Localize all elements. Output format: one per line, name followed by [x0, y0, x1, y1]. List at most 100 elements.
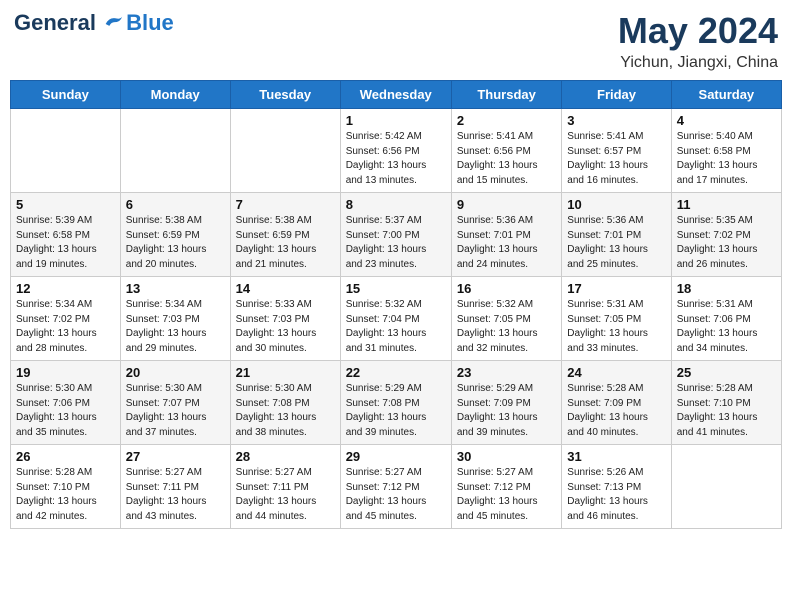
logo-bird-icon [102, 13, 124, 35]
day-info: Sunrise: 5:34 AM Sunset: 7:03 PM Dayligh… [126, 298, 225, 356]
calendar-cell: 27 Sunrise: 5:27 AM Sunset: 7:11 PM Dayli… [120, 445, 230, 529]
day-number: 22 [346, 365, 446, 380]
day-info: Sunrise: 5:28 AM Sunset: 7:10 PM Dayligh… [16, 466, 115, 524]
day-info: Sunrise: 5:32 AM Sunset: 7:05 PM Dayligh… [457, 298, 556, 356]
day-number: 13 [126, 281, 225, 296]
calendar-cell: 8 Sunrise: 5:37 AM Sunset: 7:00 PM Daylig… [340, 193, 451, 277]
calendar-cell: 23 Sunrise: 5:29 AM Sunset: 7:09 PM Dayli… [451, 361, 561, 445]
calendar-table: SundayMondayTuesdayWednesdayThursdayFrid… [10, 80, 782, 529]
weekday-header-tuesday: Tuesday [230, 81, 340, 109]
weekday-header-row: SundayMondayTuesdayWednesdayThursdayFrid… [11, 81, 782, 109]
weekday-header-sunday: Sunday [11, 81, 121, 109]
week-row-4: 19Sunrise: 5:30 AM Sunset: 7:06 PM Dayli… [11, 361, 782, 445]
day-info: Sunrise: 5:41 AM Sunset: 6:56 PM Dayligh… [457, 130, 556, 188]
calendar-cell: 9 Sunrise: 5:36 AM Sunset: 7:01 PM Daylig… [451, 193, 561, 277]
day-number: 24 [567, 365, 665, 380]
calendar-cell: 19Sunrise: 5:30 AM Sunset: 7:06 PM Dayli… [11, 361, 121, 445]
weekday-header-wednesday: Wednesday [340, 81, 451, 109]
header: General Blue May 2024 Yichun, Jiangxi, C… [10, 10, 782, 72]
day-number: 1 [346, 113, 446, 128]
week-row-1: 1 Sunrise: 5:42 AM Sunset: 6:56 PM Daylig… [11, 109, 782, 193]
calendar-cell: 11Sunrise: 5:35 AM Sunset: 7:02 PM Dayli… [671, 193, 781, 277]
day-info: Sunrise: 5:27 AM Sunset: 7:11 PM Dayligh… [126, 466, 225, 524]
day-number: 5 [16, 197, 115, 212]
day-info: Sunrise: 5:27 AM Sunset: 7:12 PM Dayligh… [346, 466, 446, 524]
calendar-cell: 26Sunrise: 5:28 AM Sunset: 7:10 PM Dayli… [11, 445, 121, 529]
day-info: Sunrise: 5:31 AM Sunset: 7:06 PM Dayligh… [677, 298, 776, 356]
calendar-cell: 17Sunrise: 5:31 AM Sunset: 7:05 PM Dayli… [562, 277, 671, 361]
week-row-3: 12Sunrise: 5:34 AM Sunset: 7:02 PM Dayli… [11, 277, 782, 361]
day-number: 27 [126, 449, 225, 464]
calendar-cell: 16 Sunrise: 5:32 AM Sunset: 7:05 PM Dayli… [451, 277, 561, 361]
day-number: 3 [567, 113, 665, 128]
calendar-cell: 1 Sunrise: 5:42 AM Sunset: 6:56 PM Daylig… [340, 109, 451, 193]
calendar-cell: 2 Sunrise: 5:41 AM Sunset: 6:56 PM Daylig… [451, 109, 561, 193]
calendar-cell [230, 109, 340, 193]
day-info: Sunrise: 5:32 AM Sunset: 7:04 PM Dayligh… [346, 298, 446, 356]
weekday-header-saturday: Saturday [671, 81, 781, 109]
calendar-cell: 30 Sunrise: 5:27 AM Sunset: 7:12 PM Dayli… [451, 445, 561, 529]
weekday-header-friday: Friday [562, 81, 671, 109]
day-number: 11 [677, 197, 776, 212]
calendar-cell: 10Sunrise: 5:36 AM Sunset: 7:01 PM Dayli… [562, 193, 671, 277]
calendar-cell: 18 Sunrise: 5:31 AM Sunset: 7:06 PM Dayli… [671, 277, 781, 361]
calendar-cell: 12Sunrise: 5:34 AM Sunset: 7:02 PM Dayli… [11, 277, 121, 361]
logo: General Blue [14, 10, 174, 35]
calendar-cell: 5Sunrise: 5:39 AM Sunset: 6:58 PM Daylig… [11, 193, 121, 277]
day-info: Sunrise: 5:28 AM Sunset: 7:09 PM Dayligh… [567, 382, 665, 440]
day-number: 28 [236, 449, 335, 464]
day-info: Sunrise: 5:30 AM Sunset: 7:07 PM Dayligh… [126, 382, 225, 440]
day-info: Sunrise: 5:29 AM Sunset: 7:09 PM Dayligh… [457, 382, 556, 440]
calendar-cell [120, 109, 230, 193]
title-area: May 2024 Yichun, Jiangxi, China [618, 10, 778, 72]
calendar-cell: 24 Sunrise: 5:28 AM Sunset: 7:09 PM Dayli… [562, 361, 671, 445]
day-number: 23 [457, 365, 556, 380]
day-info: Sunrise: 5:37 AM Sunset: 7:00 PM Dayligh… [346, 214, 446, 272]
calendar-cell: 4Sunrise: 5:40 AM Sunset: 6:58 PM Daylig… [671, 109, 781, 193]
day-info: Sunrise: 5:29 AM Sunset: 7:08 PM Dayligh… [346, 382, 446, 440]
logo-blue-text: Blue [126, 10, 174, 35]
day-number: 21 [236, 365, 335, 380]
day-number: 18 [677, 281, 776, 296]
week-row-2: 5Sunrise: 5:39 AM Sunset: 6:58 PM Daylig… [11, 193, 782, 277]
day-number: 2 [457, 113, 556, 128]
calendar-cell: 28 Sunrise: 5:27 AM Sunset: 7:11 PM Dayli… [230, 445, 340, 529]
day-number: 30 [457, 449, 556, 464]
calendar-cell: 29 Sunrise: 5:27 AM Sunset: 7:12 PM Dayli… [340, 445, 451, 529]
calendar-cell: 21Sunrise: 5:30 AM Sunset: 7:08 PM Dayli… [230, 361, 340, 445]
day-info: Sunrise: 5:27 AM Sunset: 7:12 PM Dayligh… [457, 466, 556, 524]
calendar-cell: 15Sunrise: 5:32 AM Sunset: 7:04 PM Dayli… [340, 277, 451, 361]
calendar-cell [11, 109, 121, 193]
day-info: Sunrise: 5:26 AM Sunset: 7:13 PM Dayligh… [567, 466, 665, 524]
day-number: 16 [457, 281, 556, 296]
day-number: 6 [126, 197, 225, 212]
week-row-5: 26Sunrise: 5:28 AM Sunset: 7:10 PM Dayli… [11, 445, 782, 529]
calendar-cell: 13 Sunrise: 5:34 AM Sunset: 7:03 PM Dayli… [120, 277, 230, 361]
calendar-cell: 6 Sunrise: 5:38 AM Sunset: 6:59 PM Daylig… [120, 193, 230, 277]
weekday-header-thursday: Thursday [451, 81, 561, 109]
calendar-cell: 31 Sunrise: 5:26 AM Sunset: 7:13 PM Dayli… [562, 445, 671, 529]
day-number: 20 [126, 365, 225, 380]
day-number: 29 [346, 449, 446, 464]
day-info: Sunrise: 5:42 AM Sunset: 6:56 PM Dayligh… [346, 130, 446, 188]
day-number: 17 [567, 281, 665, 296]
day-number: 31 [567, 449, 665, 464]
day-info: Sunrise: 5:27 AM Sunset: 7:11 PM Dayligh… [236, 466, 335, 524]
day-info: Sunrise: 5:34 AM Sunset: 7:02 PM Dayligh… [16, 298, 115, 356]
day-info: Sunrise: 5:38 AM Sunset: 6:59 PM Dayligh… [126, 214, 225, 272]
calendar-cell: 14Sunrise: 5:33 AM Sunset: 7:03 PM Dayli… [230, 277, 340, 361]
day-number: 8 [346, 197, 446, 212]
day-number: 10 [567, 197, 665, 212]
calendar-cell: 22 Sunrise: 5:29 AM Sunset: 7:08 PM Dayli… [340, 361, 451, 445]
day-info: Sunrise: 5:36 AM Sunset: 7:01 PM Dayligh… [457, 214, 556, 272]
day-info: Sunrise: 5:28 AM Sunset: 7:10 PM Dayligh… [677, 382, 776, 440]
weekday-header-monday: Monday [120, 81, 230, 109]
day-info: Sunrise: 5:40 AM Sunset: 6:58 PM Dayligh… [677, 130, 776, 188]
day-info: Sunrise: 5:41 AM Sunset: 6:57 PM Dayligh… [567, 130, 665, 188]
day-info: Sunrise: 5:30 AM Sunset: 7:06 PM Dayligh… [16, 382, 115, 440]
day-number: 9 [457, 197, 556, 212]
calendar-cell: 20 Sunrise: 5:30 AM Sunset: 7:07 PM Dayli… [120, 361, 230, 445]
day-number: 25 [677, 365, 776, 380]
day-info: Sunrise: 5:33 AM Sunset: 7:03 PM Dayligh… [236, 298, 335, 356]
calendar-cell [671, 445, 781, 529]
